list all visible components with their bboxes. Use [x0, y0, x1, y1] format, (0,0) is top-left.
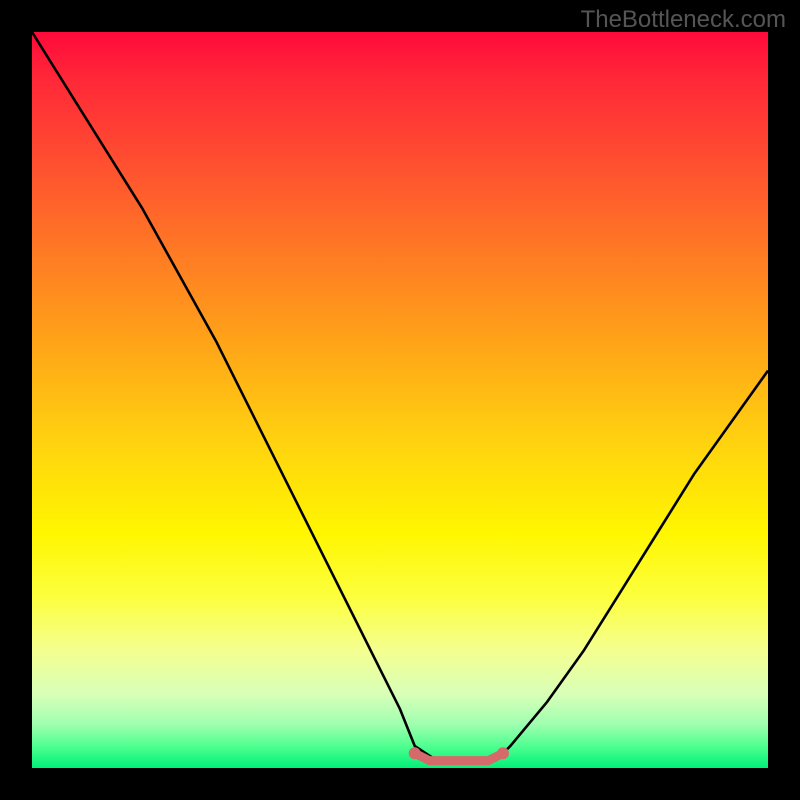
- chart-svg: [32, 32, 768, 768]
- plot-area: [32, 32, 768, 768]
- marker-dot: [497, 747, 509, 759]
- marker-dot: [409, 747, 421, 759]
- curve-line: [32, 32, 768, 761]
- watermark-text: TheBottleneck.com: [581, 6, 786, 34]
